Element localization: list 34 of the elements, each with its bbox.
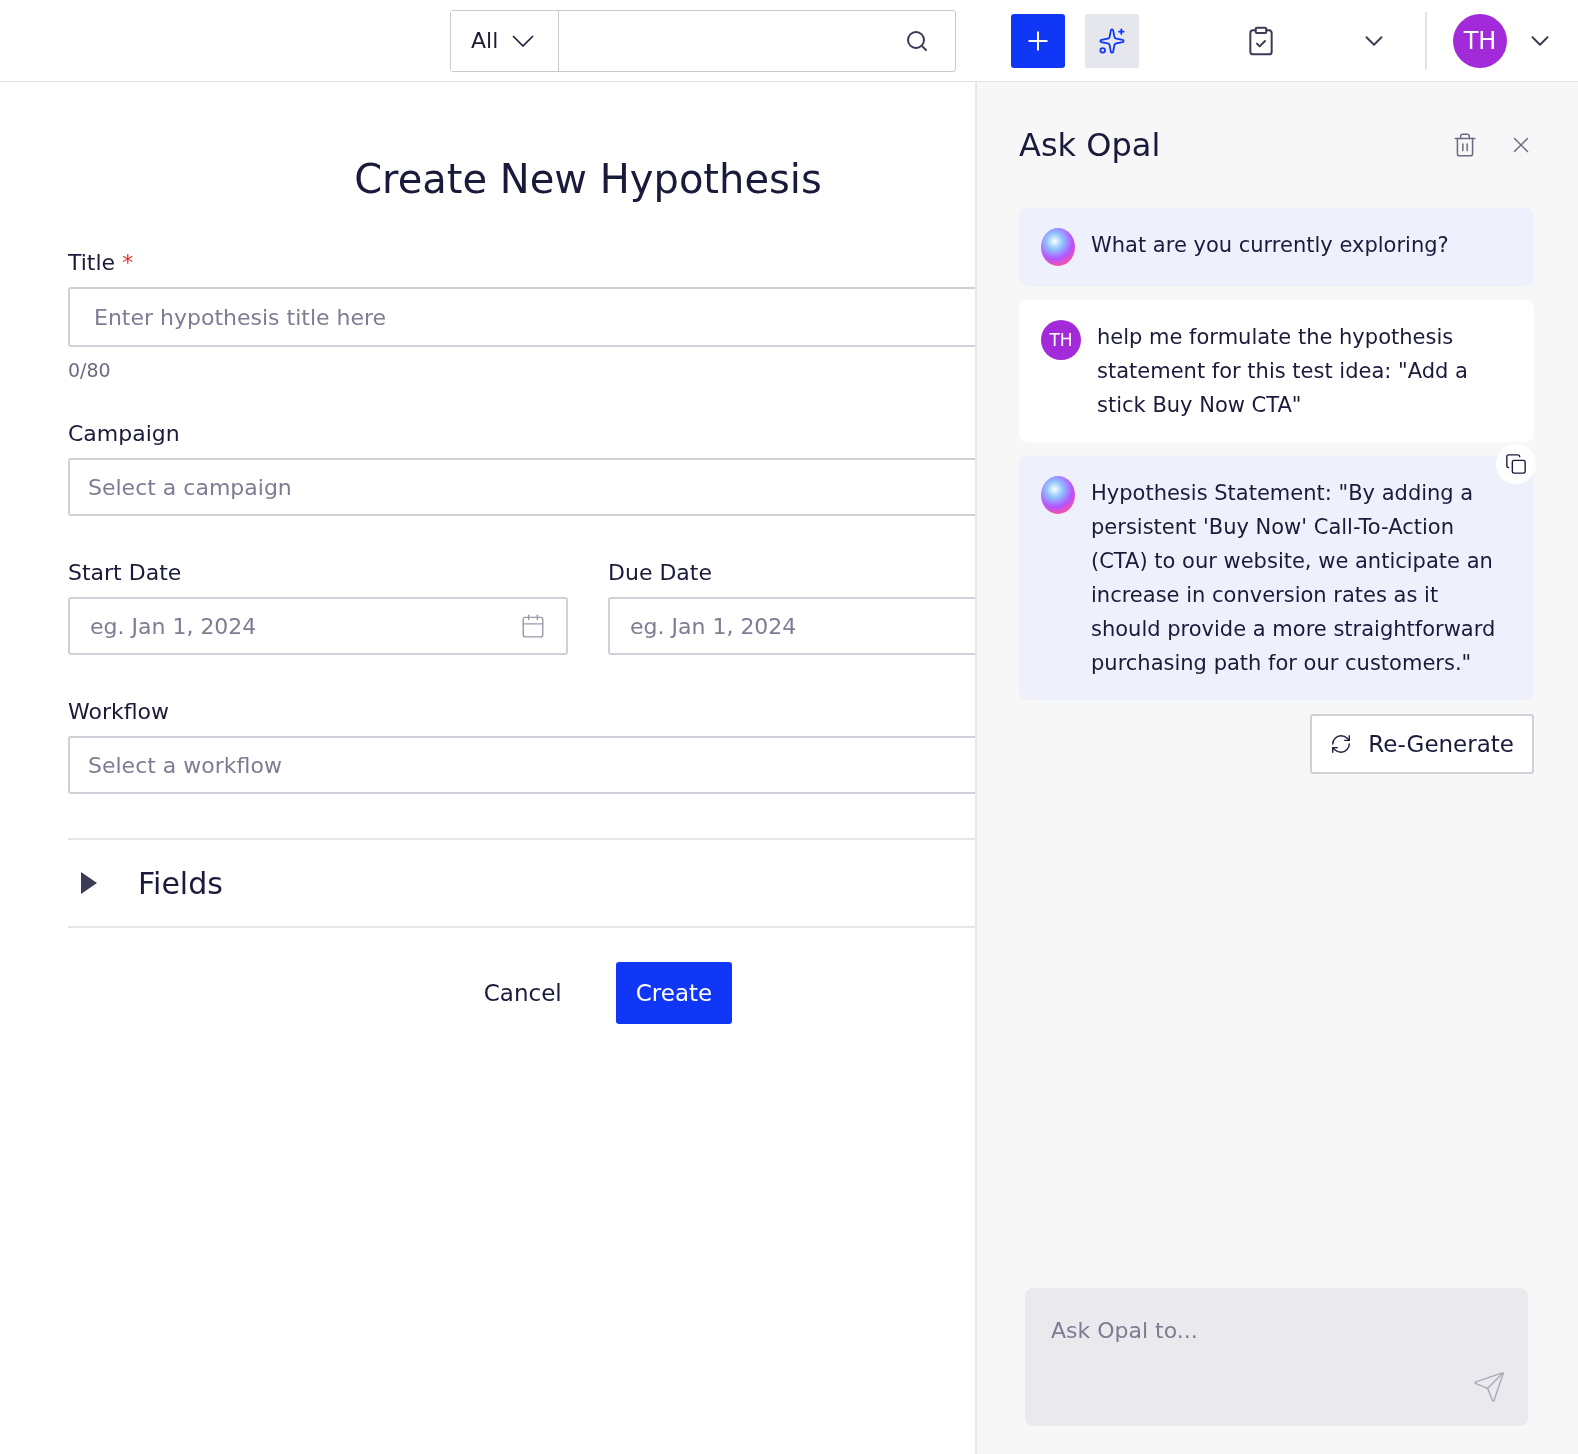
- field-label: Title: [68, 250, 116, 275]
- calendar-icon: [520, 613, 546, 639]
- delete-icon[interactable]: [1452, 132, 1478, 158]
- add-button[interactable]: [1011, 13, 1065, 68]
- fields-section-toggle[interactable]: Fields: [68, 838, 975, 928]
- workflow-select[interactable]: Select a workflow: [68, 736, 975, 794]
- panel-title: Ask Opal: [1019, 126, 1162, 164]
- title-input[interactable]: Enter hypothesis title here: [68, 287, 975, 347]
- character-counter: 0/80: [68, 359, 112, 381]
- message-text: What are you currently exploring?: [1091, 232, 1449, 259]
- message-text: help me formulate the hypothesis statement for this test idea: "Add a stick Buy Now CTA": [1097, 324, 1469, 419]
- date-field[interactable]: eg. Jan 1, 2024: [608, 597, 975, 655]
- sparkle-icon: [1098, 26, 1126, 55]
- field-label: Due Date: [608, 560, 713, 585]
- campaign-select[interactable]: Select a campaign: [68, 458, 975, 516]
- field-label: Workflow: [68, 699, 171, 724]
- create-button[interactable]: Create: [615, 962, 733, 1024]
- assistant-orb-icon: [1041, 228, 1075, 266]
- page-title: Create New Hypothesis: [353, 156, 823, 202]
- date-field[interactable]: eg. Jan 1, 2024: [68, 597, 568, 655]
- copy-button[interactable]: [1496, 444, 1536, 484]
- refresh-icon: [1330, 733, 1353, 755]
- cancel-button[interactable]: Cancel: [463, 962, 582, 1024]
- copy-icon: [1505, 453, 1527, 475]
- field-label: Start Date: [68, 560, 183, 585]
- chat-input[interactable]: Ask Opal to...: [1025, 1288, 1528, 1426]
- message-text: Hypothesis Statement: "By adding a persistent 'Buy Now' Call-To-Action (CTA) to our website, we anticipate an increase in conversion rates as it should provide a more straightforward purchasing path for our customers.": [1091, 480, 1497, 677]
- required-mark: *: [122, 250, 134, 275]
- user-avatar: TH: [1041, 320, 1081, 360]
- assistant-orb-icon: [1041, 476, 1075, 514]
- regenerate-button[interactable]: Re-Generate: [1310, 714, 1534, 774]
- user-avatar[interactable]: TH: [1453, 13, 1507, 68]
- sparkle-button[interactable]: [1085, 13, 1139, 68]
- field-label: Campaign: [68, 421, 181, 446]
